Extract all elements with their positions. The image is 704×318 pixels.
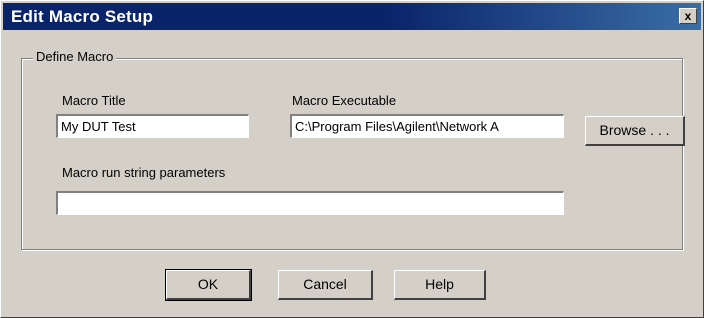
browse-button[interactable]: Browse . . .	[585, 116, 685, 146]
macro-executable-label: Macro Executable	[292, 93, 397, 108]
run-params-input[interactable]	[56, 191, 564, 215]
help-button[interactable]: Help	[394, 270, 486, 300]
run-params-label: Macro run string parameters	[62, 165, 226, 180]
macro-executable-input[interactable]: C:\Program Files\Agilent\Network A	[290, 114, 564, 138]
ok-button[interactable]: OK	[165, 269, 252, 301]
close-icon[interactable]: x	[679, 8, 697, 24]
cancel-button[interactable]: Cancel	[278, 270, 373, 300]
define-macro-group	[21, 58, 683, 250]
dialog-window: Edit Macro Setup x Define Macro Macro Ti…	[0, 0, 704, 318]
macro-title-input[interactable]: My DUT Test	[56, 114, 249, 138]
define-macro-group-label: Define Macro	[33, 49, 117, 64]
title-bar[interactable]: Edit Macro Setup x	[3, 3, 701, 30]
window-title: Edit Macro Setup	[11, 7, 154, 26]
macro-title-label: Macro Title	[62, 93, 126, 108]
